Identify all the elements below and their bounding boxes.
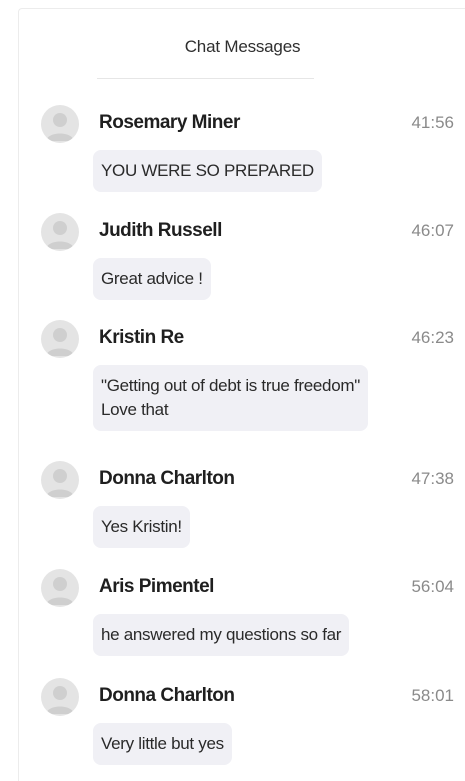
message-time: 47:38 xyxy=(411,469,454,488)
chat-message: Aris Pimentel 56:04 he answered my quest… xyxy=(19,565,465,674)
sender-name: Rosemary Miner xyxy=(99,112,240,133)
user-avatar-icon xyxy=(41,678,79,716)
user-avatar-icon xyxy=(41,320,79,358)
chat-header: Chat Messages xyxy=(19,9,465,81)
message-bubble: YOU WERE SO PREPARED xyxy=(93,150,322,192)
chat-panel: Chat Messages Rosemary Miner 41:56 YOU W… xyxy=(18,8,465,781)
message-time: 58:01 xyxy=(411,686,454,705)
sender-name: Kristin Re xyxy=(99,327,184,348)
message-time: 46:23 xyxy=(411,328,454,347)
message-bubble: Yes Kristin! xyxy=(93,506,190,548)
chat-title: Chat Messages xyxy=(184,37,301,56)
message-bubble: Great advice ! xyxy=(93,258,211,300)
message-bubble: he answered my questions so far xyxy=(93,614,350,656)
sender-name: Aris Pimentel xyxy=(99,576,214,597)
user-avatar-icon xyxy=(41,105,79,143)
message-time: 46:07 xyxy=(411,221,454,240)
chat-message: Kristin Re 46:23 "Getting out of debt is… xyxy=(19,316,465,457)
user-avatar-icon xyxy=(41,213,79,251)
message-bubble: "Getting out of debt is true freedom" Lo… xyxy=(93,365,368,431)
user-avatar-icon xyxy=(41,461,79,499)
sender-name: Judith Russell xyxy=(99,220,222,241)
message-time: 41:56 xyxy=(411,113,454,132)
message-list[interactable]: Rosemary Miner 41:56 YOU WERE SO PREPARE… xyxy=(19,101,465,774)
message-bubble: Very little but yes xyxy=(93,723,232,765)
message-time: 56:04 xyxy=(411,577,454,596)
chat-message: Rosemary Miner 41:56 YOU WERE SO PREPARE… xyxy=(19,101,465,209)
chat-message: Judith Russell 46:07 Great advice ! xyxy=(19,209,465,316)
sender-name: Donna Charlton xyxy=(99,685,235,706)
user-avatar-icon xyxy=(41,569,79,607)
header-divider xyxy=(97,78,314,79)
chat-message: Donna Charlton 47:38 Yes Kristin! xyxy=(19,457,465,565)
sender-name: Donna Charlton xyxy=(99,468,235,489)
chat-message: Donna Charlton 58:01 Very little but yes xyxy=(19,674,465,774)
